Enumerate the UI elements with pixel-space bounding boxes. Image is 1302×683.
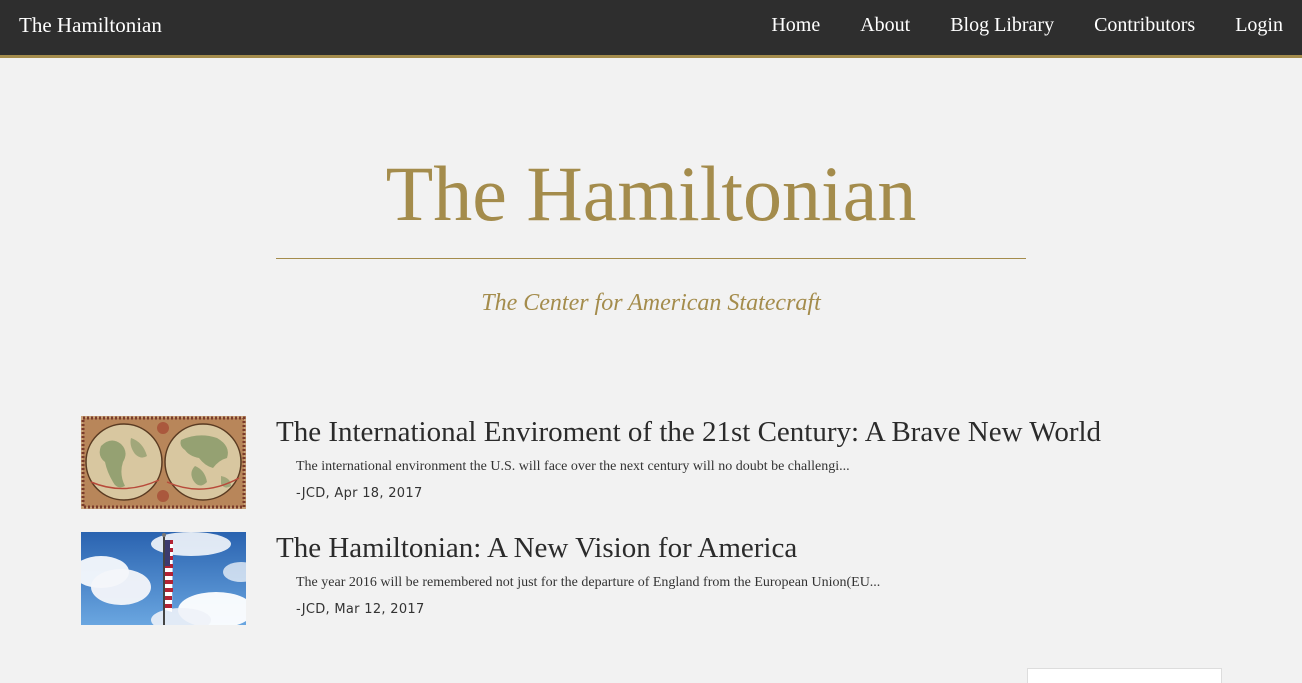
page-title: The Hamiltonian [385,150,917,237]
nav-link-contributors[interactable]: Contributors [1094,12,1195,38]
nav-links: Home About Blog Library Contributors Log… [771,12,1302,38]
post-title-link[interactable]: The Hamiltonian: A New Vision for Americ… [276,530,797,566]
nav-link-blog-library[interactable]: Blog Library [950,12,1054,38]
post-item: The Hamiltonian: A New Vision for Americ… [81,532,1241,627]
brand-link[interactable]: The Hamiltonian [19,12,162,38]
post-item: The International Enviroment of the 21st… [81,416,1241,511]
page-subtitle: The Center for American Statecraft [481,290,821,316]
hero-divider [276,258,1026,259]
post-excerpt: The year 2016 will be remembered not jus… [296,575,881,590]
nav-link-login[interactable]: Login [1235,12,1283,38]
sidebar-widget-box [1027,668,1222,683]
post-thumbnail-world-map[interactable] [81,416,246,509]
post-excerpt: The international environment the U.S. w… [296,459,850,474]
post-meta: -JCD, Apr 18, 2017 [296,486,423,501]
post-thumbnail-flag[interactable] [81,532,246,625]
nav-link-about[interactable]: About [860,12,910,38]
antique-world-map-image [81,416,246,509]
top-navbar: The Hamiltonian Home About Blog Library … [0,0,1302,58]
post-meta: -JCD, Mar 12, 2017 [296,602,425,617]
post-title-link[interactable]: The International Enviroment of the 21st… [276,414,1101,450]
nav-link-home[interactable]: Home [771,12,820,38]
american-flag-sky-image [81,532,246,625]
